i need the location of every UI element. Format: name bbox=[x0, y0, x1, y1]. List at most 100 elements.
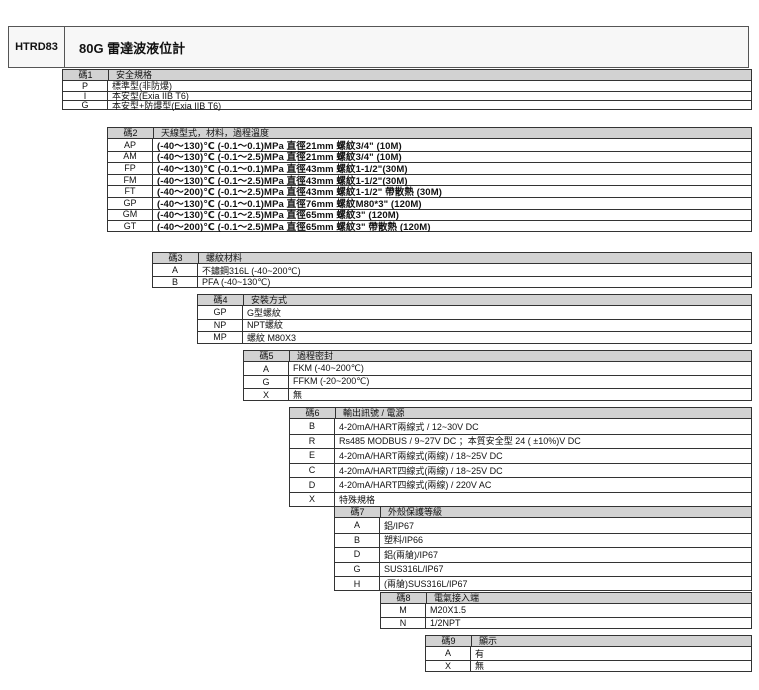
option-description: FKM (-40~200℃) bbox=[293, 363, 364, 373]
section-header: 碼7 外殼保護等級 bbox=[334, 506, 752, 518]
option-description: 特殊規格 bbox=[339, 494, 376, 505]
section-code-label: 碼7 bbox=[350, 507, 365, 517]
option-row: E 4-20mA/HART兩線式(兩線) / 18~25V DC bbox=[290, 448, 751, 464]
option-description: 4-20mA/HART兩線式 / 12~30V DC bbox=[339, 421, 479, 432]
section-code-label: 碼2 bbox=[123, 128, 138, 138]
option-description: 4-20mA/HART四線式(兩線) / 18~25V DC bbox=[339, 465, 503, 476]
section-header: 碼5 過程密封 bbox=[243, 350, 752, 362]
option-row: MP 螺紋 M80X3 bbox=[198, 331, 751, 344]
option-code: B bbox=[290, 419, 335, 434]
code-section-4: 碼4 安裝方式 GP G型螺紋 NP NPT螺紋 MP 螺紋 M80X3 bbox=[197, 294, 752, 344]
option-description: 螺紋 M80X3 bbox=[247, 332, 297, 343]
option-rows: GP G型螺紋 NP NPT螺紋 MP 螺紋 M80X3 bbox=[197, 306, 752, 344]
option-description: G型螺紋 bbox=[247, 307, 282, 318]
option-code: A bbox=[153, 264, 198, 276]
section-code-label: 碼9 bbox=[441, 636, 456, 646]
option-row: N 1/2NPT bbox=[381, 616, 751, 629]
option-row: X無 bbox=[244, 388, 751, 401]
option-description: (-40～200)℃ (-0.1～2.5)MPa 直徑65mm 螺紋3" 帶散熱… bbox=[157, 221, 431, 233]
option-code: MP bbox=[198, 331, 243, 344]
option-description: Rs485 MODBUS / 9~27V DC ；本質安全型 24 ( ±10%… bbox=[339, 436, 581, 447]
option-code: M bbox=[381, 604, 426, 617]
option-code: H bbox=[335, 576, 380, 591]
section-header: 碼6 輸出訊號 / 電源 bbox=[289, 407, 752, 419]
option-rows: AP (-40～130)℃ (-0.1～0.1)MPa 直徑21mm 螺紋3/4"… bbox=[107, 139, 752, 233]
option-description: SUS316L/IP67 bbox=[384, 564, 444, 575]
option-code: G bbox=[335, 561, 380, 577]
option-description: 無 bbox=[475, 661, 485, 672]
option-rows: A有X無 bbox=[425, 647, 752, 672]
section-code-label: 碼3 bbox=[168, 253, 183, 263]
option-code: GP bbox=[198, 306, 243, 319]
option-description: 無 bbox=[293, 390, 303, 400]
section-code-label: 碼4 bbox=[213, 295, 228, 305]
option-description: 鋁/IP67 bbox=[384, 520, 415, 531]
option-code: X bbox=[244, 388, 289, 401]
option-description: (兩艙)SUS316L/IP67 bbox=[384, 579, 468, 590]
option-rows: M M20X1.5 N 1/2NPT bbox=[380, 604, 752, 629]
option-code: GP bbox=[108, 197, 153, 209]
code-section-2: 碼2 天線型式，材料，過程溫度 AP (-40～130)℃ (-0.1～0.1)MPa… bbox=[107, 127, 752, 233]
option-description: 1/2NPT bbox=[430, 617, 461, 628]
option-row: C 4-20mA/HART四線式(兩線) / 18~25V DC bbox=[290, 462, 751, 479]
option-row: M M20X1.5 bbox=[381, 604, 751, 618]
option-code: B bbox=[335, 532, 380, 548]
option-description: 本安型+防爆型(Exia IIB T6) bbox=[112, 100, 222, 111]
option-row: G FFKM (-20~200℃) bbox=[244, 375, 751, 389]
option-rows: A 不鏽鋼316L (-40~200℃) B PFA (-40~130℃) bbox=[152, 264, 752, 288]
option-code: P bbox=[63, 81, 108, 91]
section-name: 安裝方式 bbox=[251, 295, 288, 305]
option-code: GM bbox=[108, 208, 153, 221]
section-code-label: 碼8 bbox=[396, 593, 411, 603]
header-divider bbox=[289, 351, 290, 361]
option-code: A bbox=[426, 647, 471, 660]
option-description: 鋁(兩艙)/IP67 bbox=[384, 549, 439, 560]
option-rows: A 鋁/IP67 B 塑料/IP66 D 鋁(兩艙)/IP67 G SUS316L/IP67 H… bbox=[334, 518, 752, 591]
option-code: FM bbox=[108, 173, 153, 186]
code-section-5: 碼5 過程密封 A FKM (-40~200℃) G FFKM (-20~200℃) X 無 bbox=[243, 350, 752, 401]
option-row: R Rs485 MODBUS / 9~27V DC ；本質安全型 24 ( ±10… bbox=[290, 433, 751, 450]
option-code: A bbox=[244, 362, 289, 375]
option-description: 4-20mA/HART兩線式(兩線) / 18~25V DC bbox=[339, 450, 503, 461]
option-description: FFKM (-20~200℃) bbox=[293, 376, 370, 386]
section-name: 顯示 bbox=[479, 636, 498, 646]
option-row: H (兩艙)SUS316L/IP67 bbox=[335, 576, 751, 591]
section-header: 碼4 安裝方式 bbox=[197, 294, 752, 306]
section-name: 外殼保護等級 bbox=[388, 507, 443, 517]
option-code: FT bbox=[108, 185, 153, 197]
option-row: GT (-40～200)℃ (-0.1～2.5)MPa 直徑65mm 螺紋3" 帶… bbox=[108, 220, 751, 233]
code-section-6: 碼6 輸出訊號 / 電源 B 4-20mA/HART兩線式 / 12~30V DC R R… bbox=[289, 407, 752, 507]
header-divider bbox=[335, 408, 336, 418]
code-section-7: 碼7 外殼保護等級 A 鋁/IP67 B 塑料/IP66 D 鋁(兩艙)/IP67 G SUS31… bbox=[334, 506, 752, 591]
code-section-3: 碼3 螺紋材料 A 不鏽鋼316L (-40~200℃) B PFA (-40~130℃) bbox=[152, 252, 752, 288]
option-row: A 鋁/IP67 bbox=[335, 518, 751, 534]
option-row: X 特殊規格 bbox=[290, 492, 751, 507]
option-rows: P 標準型(非防爆) I 本安型(Exia IIB T6) G 本安型+防爆型(Exia … bbox=[62, 81, 752, 111]
code-section-8: 碼8 電氣接入端 M M20X1.5 N 1/2NPT bbox=[380, 592, 752, 629]
option-description: 塑料/IP66 bbox=[384, 535, 424, 546]
option-row: B 塑料/IP66 bbox=[335, 532, 751, 549]
option-code: I bbox=[63, 91, 108, 101]
option-row: G 本安型+防爆型(Exia IIB T6) bbox=[63, 100, 751, 111]
page-title: 80G 雷達波液位計 bbox=[79, 40, 186, 56]
option-row: X無 bbox=[426, 659, 751, 672]
option-code: FP bbox=[108, 162, 153, 174]
option-code: N bbox=[381, 616, 426, 629]
header-divider bbox=[108, 70, 109, 80]
option-description: M20X1.5 bbox=[430, 605, 467, 616]
option-rows: B 4-20mA/HART兩線式 / 12~30V DC R Rs485 MODBUS… bbox=[289, 419, 752, 507]
header-divider bbox=[426, 593, 427, 603]
option-code: X bbox=[290, 492, 335, 507]
option-rows: A FKM (-40~200℃) G FFKM (-20~200℃) X 無 bbox=[243, 362, 752, 401]
section-name: 螺紋材料 bbox=[206, 253, 243, 263]
option-code: G bbox=[63, 100, 108, 110]
option-row: B PFA (-40~130℃) bbox=[153, 276, 751, 288]
option-code: GT bbox=[108, 220, 153, 232]
section-name: 輸出訊號 / 電源 bbox=[343, 408, 405, 418]
code-section-9: 碼9 顯示 A 有 X 無 bbox=[425, 635, 752, 672]
header-divider bbox=[198, 253, 199, 263]
option-row: D 4-20mA/HART四線式(兩線) / 220V AC bbox=[290, 477, 751, 493]
section-name: 過程密封 bbox=[297, 351, 334, 361]
section-code-label: 碼6 bbox=[305, 408, 320, 418]
option-code: D bbox=[335, 547, 380, 562]
